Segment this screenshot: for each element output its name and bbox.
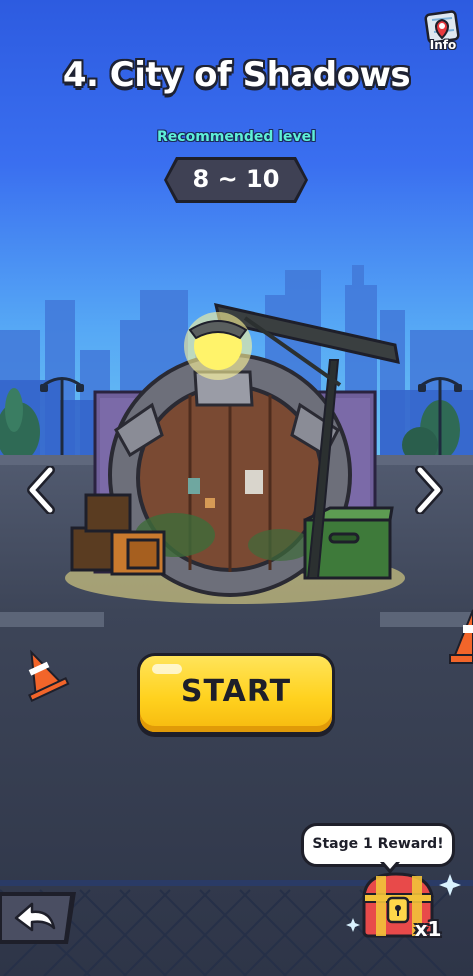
reward-label: Stage 1 Reward! [312,836,444,852]
start-button-face[interactable]: START [140,656,332,732]
start-button-shine [152,664,182,674]
recommended-level-label: Recommended level [157,129,316,145]
back-button[interactable] [0,886,82,950]
start-button[interactable]: START [137,653,335,737]
traffic-cone-left [28,649,70,703]
stage-title: 4. City of Shadows [62,55,411,95]
next-stage-button[interactable] [414,466,444,514]
info-label[interactable]: Info [422,38,464,52]
start-button-label[interactable]: START [140,674,332,709]
reward-count: x1 [414,917,442,941]
recommended-level-range: 8 ~ 10 [192,165,280,193]
prev-stage-button[interactable] [26,466,56,514]
